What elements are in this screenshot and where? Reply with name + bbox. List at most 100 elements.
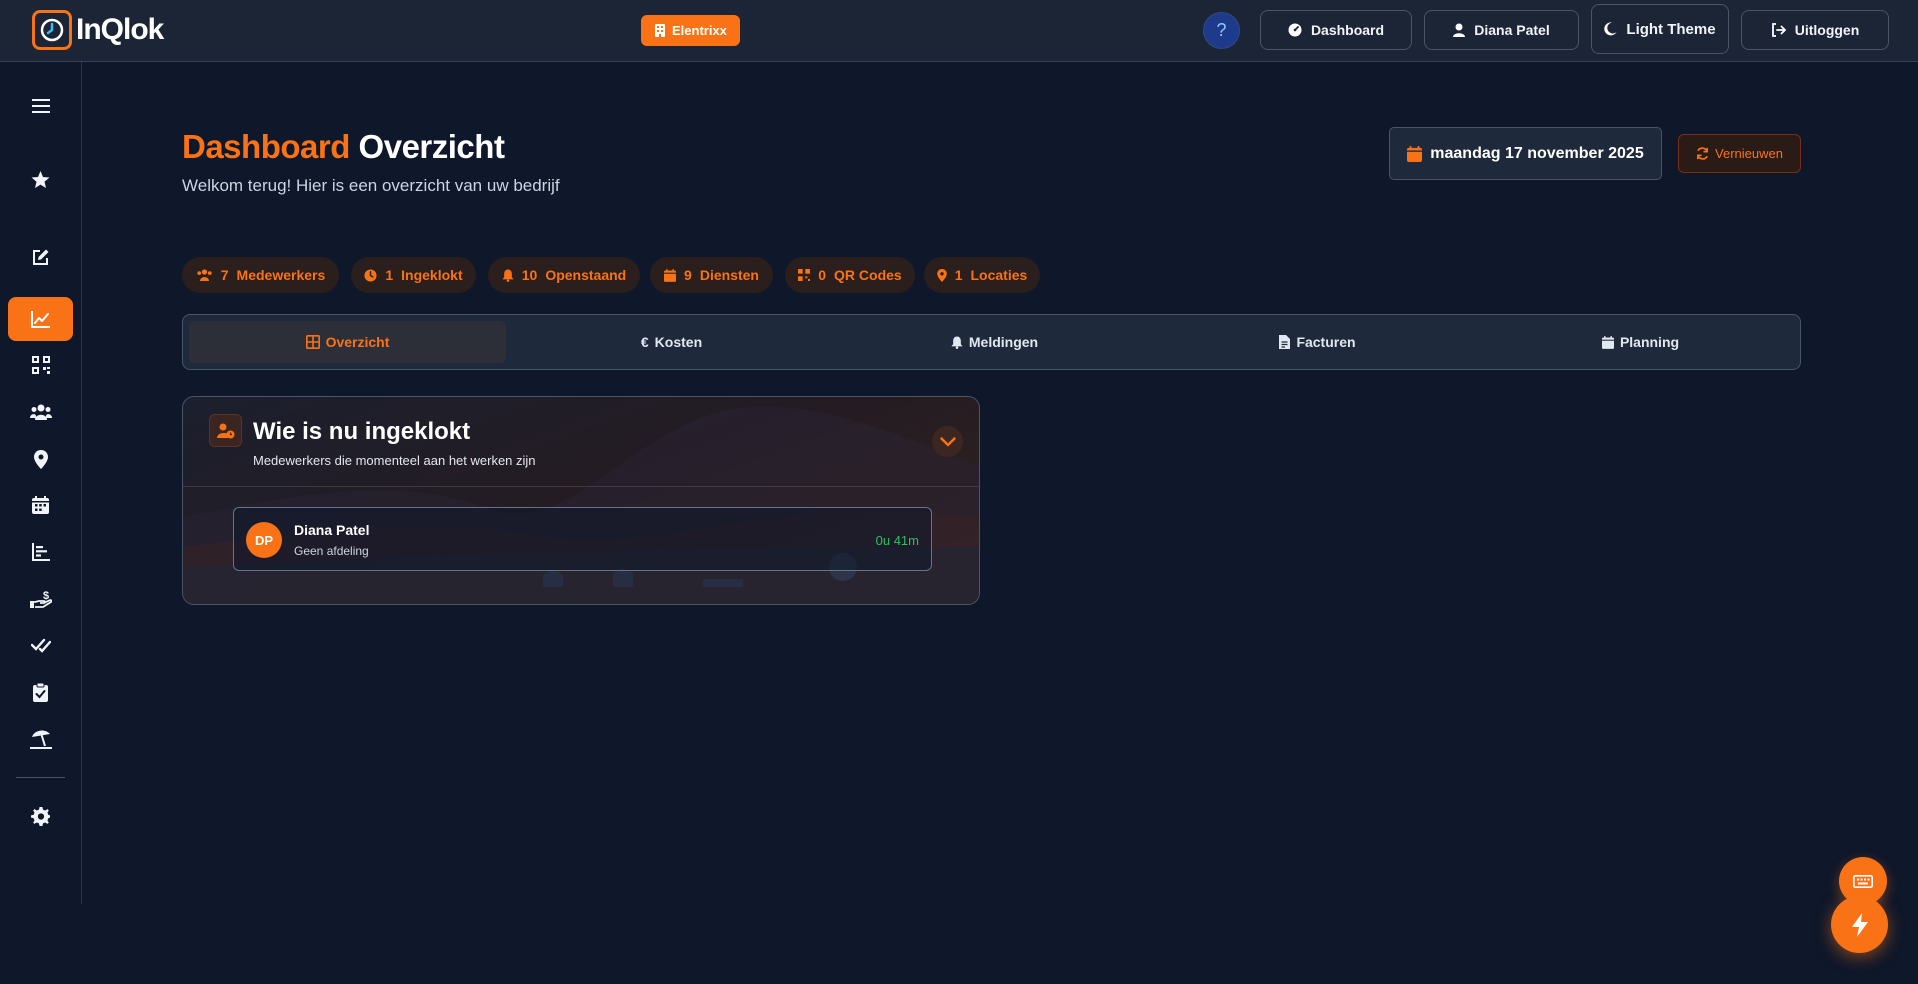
sidebar-item-locations[interactable] — [8, 437, 73, 481]
page-title-main: Overzicht — [358, 128, 505, 165]
employee-department: Geen afdeling — [294, 544, 369, 558]
stat-value: 1 — [954, 267, 963, 283]
sidebar-item-employees[interactable] — [8, 390, 73, 434]
tab-invoices[interactable]: Facturen — [1159, 321, 1476, 363]
tab-costs[interactable]: € Kosten — [513, 321, 830, 363]
clipboard-check-icon — [33, 682, 48, 702]
menu-icon — [31, 99, 50, 113]
card-subtitle: Medewerkers die momenteel aan het werken… — [253, 453, 536, 468]
page-title-accent: Dashboard — [182, 128, 350, 165]
grid-icon — [305, 335, 320, 349]
sidebar-item-leave[interactable] — [8, 717, 73, 761]
stat-chip-locations[interactable]: 1 Locaties — [924, 257, 1040, 293]
stat-value: 0 — [818, 267, 827, 283]
page-subtitle: Welkom terug! Hier is een overzicht van … — [182, 176, 560, 195]
sidebar-item-qr-codes[interactable] — [8, 343, 73, 387]
sidebar-item-favorites[interactable] — [8, 158, 73, 202]
chart-line-icon — [30, 311, 50, 328]
sidebar-item-tasks[interactable] — [8, 670, 73, 714]
refresh-icon — [1697, 147, 1708, 160]
moon-icon — [1604, 22, 1617, 36]
document-icon — [1279, 335, 1291, 349]
double-check-icon — [30, 638, 51, 653]
stat-value: 10 — [521, 267, 538, 283]
calendar-icon — [32, 496, 49, 514]
current-date: maandag 17 november 2025 — [1389, 127, 1662, 180]
stat-label: Diensten — [699, 267, 759, 283]
sidebar-divider — [16, 777, 65, 778]
help-button[interactable]: ? — [1203, 12, 1240, 49]
card-title: Wie is nu ingeklokt — [253, 418, 471, 445]
collapse-button[interactable] — [932, 426, 963, 457]
clock-icon — [364, 268, 377, 282]
stat-value: 1 — [385, 267, 394, 283]
sidebar: $ — [0, 62, 82, 904]
avatar: DP — [246, 522, 282, 558]
users-icon — [29, 404, 52, 420]
theme-toggle-button[interactable]: Light Theme — [1591, 4, 1729, 54]
refresh-button[interactable]: Vernieuwen — [1678, 134, 1801, 173]
user-profile-button[interactable]: Diana Patel — [1424, 10, 1579, 50]
dashboard-button[interactable]: Dashboard — [1260, 10, 1412, 50]
sidebar-item-payroll[interactable]: $ — [8, 577, 73, 621]
stat-label: Locaties — [970, 267, 1028, 283]
tab-label: Kosten — [654, 334, 703, 350]
stat-label: Ingeklokt — [401, 267, 463, 283]
tab-label: Meldingen — [968, 334, 1039, 350]
location-pin-icon — [936, 268, 947, 282]
sidebar-item-reports[interactable] — [8, 530, 73, 574]
user-icon — [1453, 23, 1466, 37]
current-date-text: maandag 17 november 2025 — [1430, 144, 1644, 162]
stat-chip-employees[interactable]: 7 Medewerkers — [182, 257, 339, 293]
help-icon: ? — [1216, 20, 1227, 40]
stat-chip-pending[interactable]: 10 Openstaand — [488, 257, 640, 293]
stat-chip-qr-codes[interactable]: 0 QR Codes — [785, 257, 915, 293]
sidebar-item-analytics[interactable] — [8, 297, 73, 341]
sidebar-item-edit[interactable] — [8, 235, 73, 279]
tab-notifications[interactable]: Meldingen — [836, 321, 1153, 363]
stat-chip-clocked-in[interactable]: 1 Ingeklokt — [351, 257, 476, 293]
keyboard-icon — [1853, 874, 1873, 888]
calendar-icon — [1407, 145, 1423, 162]
stat-label: QR Codes — [834, 267, 902, 283]
sidebar-item-approvals[interactable] — [8, 623, 73, 667]
beach-umbrella-icon — [29, 730, 52, 749]
star-icon — [31, 171, 50, 188]
calendar-icon — [1601, 335, 1614, 349]
clocked-in-card: Wie is nu ingeklokt Medewerkers die mome… — [182, 396, 980, 605]
dashboard-label: Dashboard — [1310, 22, 1385, 38]
clocked-in-duration: 0u 41m — [875, 533, 919, 548]
location-pin-icon — [33, 449, 48, 469]
qrcode-icon — [31, 356, 50, 374]
tab-label: Facturen — [1296, 334, 1356, 350]
logout-button[interactable]: Uitloggen — [1741, 10, 1889, 50]
card-divider — [183, 486, 979, 487]
page-title: Dashboard Overzicht — [182, 128, 505, 166]
company-name: Elentrixx — [672, 23, 727, 38]
clock-logo-icon — [32, 10, 72, 50]
bell-icon — [502, 269, 514, 282]
stat-chip-shifts[interactable]: 9 Diensten — [650, 257, 773, 293]
sidebar-item-calendar[interactable] — [8, 483, 73, 527]
gear-icon — [31, 806, 50, 826]
stat-label: Medewerkers — [236, 267, 326, 283]
bell-icon — [951, 336, 963, 349]
app-name: InQlok — [76, 13, 164, 46]
user-clock-icon — [209, 414, 242, 447]
stat-value: 9 — [684, 267, 692, 283]
stat-value: 7 — [220, 267, 229, 283]
user-name: Diana Patel — [1474, 22, 1550, 38]
lightning-bolt-icon — [1851, 912, 1868, 937]
sidebar-item-settings[interactable] — [8, 794, 73, 838]
app-logo[interactable]: InQlok — [32, 10, 164, 50]
qrcode-icon — [798, 269, 811, 281]
edit-icon — [32, 249, 48, 265]
company-badge[interactable]: Elentrixx — [641, 15, 740, 46]
tab-label: Overzicht — [325, 334, 390, 350]
employee-row[interactable]: DP Diana Patel Geen afdeling 0u 41m — [233, 507, 932, 571]
tab-planning[interactable]: Planning — [1482, 321, 1799, 363]
quick-actions-button[interactable] — [1831, 896, 1888, 953]
sidebar-menu-toggle[interactable] — [8, 84, 73, 128]
tab-overview[interactable]: Overzicht — [189, 321, 506, 363]
bar-chart-icon — [31, 543, 50, 561]
